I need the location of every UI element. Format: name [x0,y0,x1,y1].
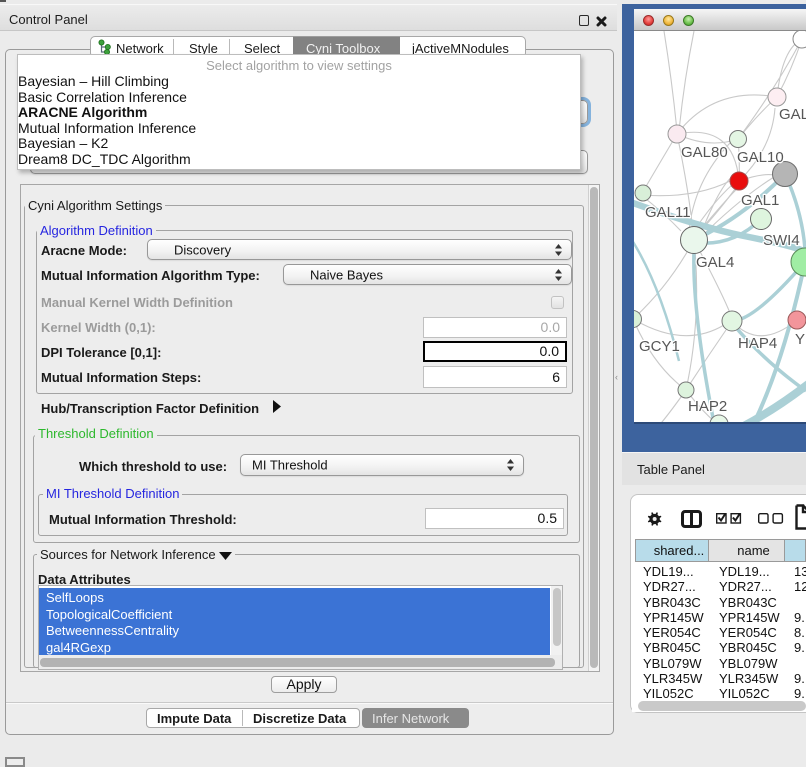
svg-text:GCY1: GCY1 [639,338,680,355]
svg-text:GAL7: GAL7 [779,106,806,123]
svg-text:GAL80: GAL80 [681,144,728,161]
svg-text:GAL11: GAL11 [645,204,691,221]
svg-text:GAL1: GAL1 [741,192,779,209]
svg-text:HAP4: HAP4 [738,335,777,352]
svg-text:YD: YD [795,331,806,348]
svg-text:SWI4: SWI4 [763,232,800,249]
svg-text:GAL10: GAL10 [737,149,784,166]
svg-text:GAL4: GAL4 [696,254,734,271]
svg-text:HAP2: HAP2 [688,398,727,415]
